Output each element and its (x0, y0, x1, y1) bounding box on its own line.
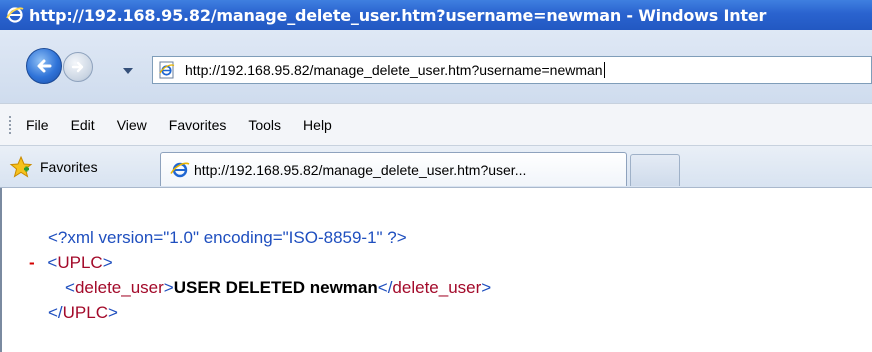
favorites-button[interactable]: Favorites (8, 154, 98, 180)
xml-declaration: <?xml version="1.0" encoding="ISO-8859-1… (48, 228, 407, 247)
tab-current-page[interactable]: http://192.168.95.82/manage_delete_user.… (160, 152, 627, 186)
new-tab-button[interactable] (630, 154, 680, 186)
collapse-toggle[interactable]: - (29, 253, 35, 272)
xml-child-line: <delete_user>USER DELETED newman</delete… (65, 275, 491, 300)
nav-buttons (26, 45, 142, 87)
favorites-label: Favorites (40, 159, 98, 175)
toolbar-grip[interactable] (8, 114, 12, 135)
xml-bracket: </ (48, 303, 63, 322)
xml-bracket: > (163, 278, 174, 297)
xml-tag-name: UPLC (62, 303, 109, 322)
tab-title: http://192.168.95.82/manage_delete_user.… (194, 161, 527, 178)
forward-arrow-icon (71, 61, 84, 73)
xml-text-value: USER DELETED newman (173, 278, 378, 297)
menu-file[interactable]: File (26, 117, 49, 133)
menu-help[interactable]: Help (303, 117, 332, 133)
xml-tag-name: delete_user (74, 278, 164, 297)
navigation-toolbar: http://192.168.95.82/manage_delete_user.… (0, 30, 872, 103)
forward-button[interactable] (63, 52, 93, 82)
menu-bar: File Edit View Favorites Tools Help (0, 103, 872, 146)
xml-bracket: </ (377, 278, 393, 297)
xml-bracket: > (108, 303, 118, 322)
xml-bracket: > (481, 278, 492, 297)
xml-tag-name: delete_user (392, 278, 482, 297)
page-content: <?xml version="1.0" encoding="ISO-8859-1… (0, 188, 872, 352)
back-button[interactable] (26, 48, 62, 84)
menu-view[interactable]: View (117, 117, 147, 133)
menu-tools[interactable]: Tools (248, 117, 281, 133)
page-icon (156, 59, 178, 81)
ie-page-icon (169, 159, 191, 181)
favorites-bar: Favorites http://192.168.95.82/manage_de… (0, 146, 872, 188)
xml-root-open-line: - <UPLC> (29, 250, 113, 275)
xml-bracket: > (102, 253, 113, 272)
xml-root-close-line: </UPLC> (48, 300, 118, 325)
menu-edit[interactable]: Edit (71, 117, 95, 133)
window-title-bar: http://192.168.95.82/manage_delete_user.… (0, 0, 872, 30)
ie-logo-icon (5, 6, 24, 25)
window-title: http://192.168.95.82/manage_delete_user.… (29, 5, 767, 25)
xml-bracket: < (65, 278, 75, 297)
chevron-down-icon (123, 68, 133, 74)
xml-declaration-line: <?xml version="1.0" encoding="ISO-8859-1… (48, 225, 407, 250)
text-cursor (603, 62, 605, 78)
xml-tag-name: UPLC (57, 253, 103, 272)
menu-favorites[interactable]: Favorites (169, 117, 227, 133)
recent-pages-dropdown[interactable] (122, 62, 134, 80)
xml-bracket: < (47, 253, 58, 272)
star-icon (8, 154, 34, 180)
back-arrow-icon (37, 59, 52, 73)
address-url-input[interactable]: http://192.168.95.82/manage_delete_user.… (185, 62, 603, 78)
address-bar[interactable]: http://192.168.95.82/manage_delete_user.… (152, 56, 872, 84)
